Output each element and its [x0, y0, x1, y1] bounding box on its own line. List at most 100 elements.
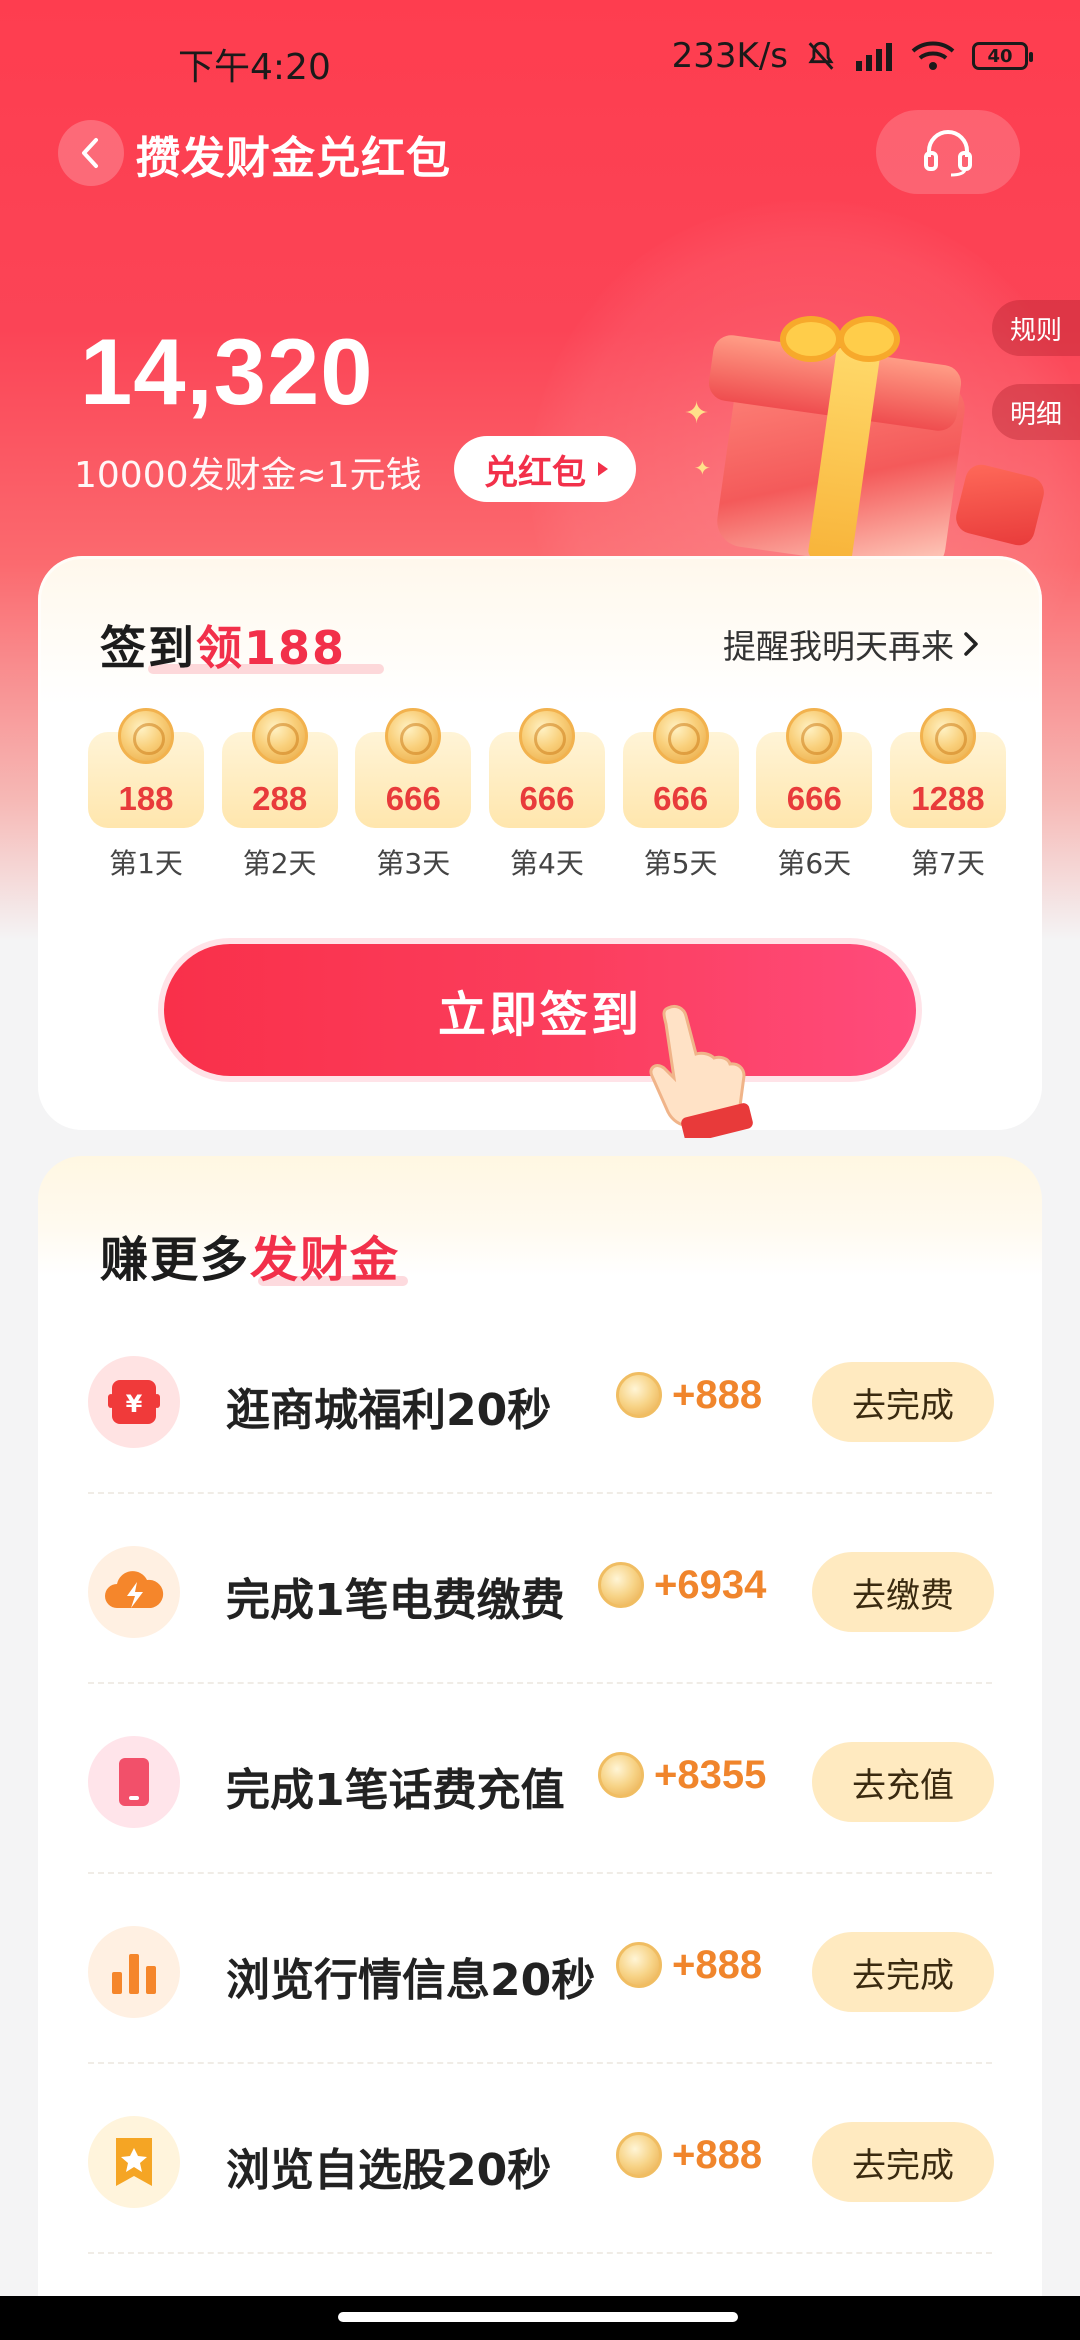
task-icon-wrap — [88, 1926, 180, 2018]
chevron-right-icon — [964, 632, 978, 656]
checkin-day: 666 第4天 — [488, 708, 605, 882]
day-label: 第3天 — [376, 847, 451, 880]
coin-icon — [385, 708, 442, 764]
task-row: 完成1笔话费充值 +8355 去充值 — [38, 1684, 1042, 1874]
task-action-button[interactable]: 去缴费 — [812, 1552, 994, 1632]
star-icon — [116, 2138, 152, 2186]
day-reward-box: 666 — [355, 708, 472, 828]
coin-icon — [616, 1372, 662, 1418]
day-label: 第6天 — [777, 847, 852, 880]
status-time: 下午4:20 — [178, 47, 331, 88]
back-button[interactable] — [58, 120, 124, 186]
customer-service-button[interactable] — [876, 110, 1020, 194]
task-icon-wrap — [88, 1736, 180, 1828]
status-icons: 233K/s 40 — [671, 36, 1033, 76]
checkin-title-highlight: 领188 — [196, 621, 347, 675]
divider — [88, 2252, 992, 2254]
coin-icon — [786, 708, 843, 764]
sparkle-icon: ✦ — [694, 456, 711, 480]
balance-amount: 14,320 — [80, 319, 374, 424]
day-reward-box: 288 — [221, 708, 338, 828]
day-reward-box: 666 — [488, 708, 605, 828]
task-label: 完成1笔电费缴费 — [226, 1575, 565, 1626]
task-reward: +888 — [616, 1942, 762, 1988]
phone-icon — [119, 1758, 149, 1806]
day-reward-box: 666 — [622, 708, 739, 828]
task-action-button[interactable]: 去完成 — [812, 1362, 994, 1442]
network-speed: 233K/s — [671, 36, 788, 76]
task-label: 浏览自选股20秒 — [226, 2145, 552, 2196]
task-label: 浏览行情信息20秒 — [226, 1955, 596, 2006]
task-row: 浏览行情信息20秒 +888 去完成 — [38, 1874, 1042, 2064]
headset-icon — [924, 130, 972, 177]
checkin-title: 签到领188 — [100, 612, 346, 678]
reminder-label: 提醒我明天再来 — [723, 627, 954, 666]
exchange-rate-text: 10000发财金≈1元钱 — [74, 455, 422, 496]
chevron-left-icon — [82, 138, 98, 168]
earn-more-title-highlight: 发财金 — [250, 1232, 401, 1288]
lightning-cloud-icon — [105, 1571, 164, 1608]
coin-icon — [251, 708, 308, 764]
task-row: 浏览自选股20秒 +888 去完成 — [38, 2064, 1042, 2254]
gift-box-illustration — [706, 316, 1010, 580]
checkin-card: 签到领188 提醒我明天再来 188 第1天 288 第2天 666 第3天 666 第… — [38, 556, 1042, 1138]
day-label: 第4天 — [510, 847, 584, 880]
task-action-button[interactable]: 去完成 — [812, 1932, 994, 2012]
battery-level: 40 — [987, 45, 1013, 67]
checkin-now-button[interactable]: 立即签到 — [164, 944, 916, 1076]
checkin-day: 666 第5天 — [622, 708, 739, 882]
checkin-day: 188 第1天 — [88, 708, 204, 882]
task-reward: +888 — [616, 2132, 762, 2178]
mute-bell-icon — [808, 41, 834, 70]
task-reward-value: +8355 — [654, 1752, 767, 1797]
task-icon-wrap: ¥ — [88, 1356, 180, 1448]
coin-icon — [919, 708, 976, 764]
mall-icon: ¥ — [108, 1380, 160, 1424]
task-reward: +6934 — [598, 1562, 766, 1608]
day-label: 第5天 — [643, 847, 718, 880]
task-icon-wrap — [88, 2116, 180, 2208]
coin-icon — [616, 1942, 662, 1988]
checkin-day: 666 第3天 — [355, 708, 472, 882]
coin-icon — [118, 708, 174, 764]
day-reward-box: 1288 — [889, 708, 1006, 828]
task-reward-value: +888 — [672, 1942, 763, 1987]
remind-tomorrow-link[interactable]: 提醒我明天再来 — [723, 620, 980, 668]
coin-icon — [518, 708, 575, 764]
pointing-hand-icon — [649, 1004, 753, 1138]
day-reward-value: 666 — [385, 780, 441, 817]
day-reward-value: 1288 — [911, 780, 985, 817]
task-reward-value: +6934 — [654, 1562, 767, 1607]
wifi-icon — [911, 41, 955, 70]
day-reward-value: 288 — [252, 780, 308, 817]
task-icon-wrap — [88, 1546, 180, 1638]
earn-more-title-prefix: 赚更多 — [100, 1232, 251, 1288]
task-reward: +888 — [616, 1372, 762, 1418]
coin-icon — [616, 2132, 662, 2178]
status-bar: 下午4:20 233K/s 40 — [0, 0, 1080, 120]
signal-icon — [856, 43, 892, 71]
day-reward-value: 666 — [519, 780, 575, 817]
earn-more-title: 赚更多发财金 — [100, 1220, 400, 1290]
task-reward-value: +888 — [672, 2132, 763, 2177]
day-reward-value: 666 — [653, 780, 709, 817]
task-action-button[interactable]: 去完成 — [812, 2122, 994, 2202]
task-action-button[interactable]: 去充值 — [812, 1742, 994, 1822]
day-reward-box: 188 — [88, 708, 204, 828]
day-label: 第7天 — [911, 847, 985, 880]
task-label: 完成1笔话费充值 — [226, 1765, 565, 1816]
checkin-days: 188 第1天 288 第2天 666 第3天 666 第4天 666 第5天 666 第6… — [88, 708, 1006, 882]
checkin-day: 288 第2天 — [221, 708, 338, 882]
home-indicator[interactable] — [338, 2312, 738, 2322]
task-reward: +8355 — [598, 1752, 766, 1798]
task-row: 完成1笔电费缴费 +6934 去缴费 — [38, 1494, 1042, 1684]
earn-more-card: 赚更多发财金 ¥ 逛商城福利20秒 +888 去完成 完成1笔电费缴费 +693… — [38, 1156, 1042, 2340]
day-reward-value: 188 — [118, 780, 174, 817]
svg-text:¥: ¥ — [126, 1390, 143, 1418]
coin-icon — [598, 1752, 644, 1798]
task-label: 逛商城福利20秒 — [226, 1385, 552, 1436]
checkin-title-prefix: 签到 — [100, 621, 196, 675]
redeem-red-packet-button[interactable]: 兑红包 — [454, 436, 636, 502]
coin-icon — [652, 708, 709, 764]
gift-bow — [780, 316, 910, 376]
